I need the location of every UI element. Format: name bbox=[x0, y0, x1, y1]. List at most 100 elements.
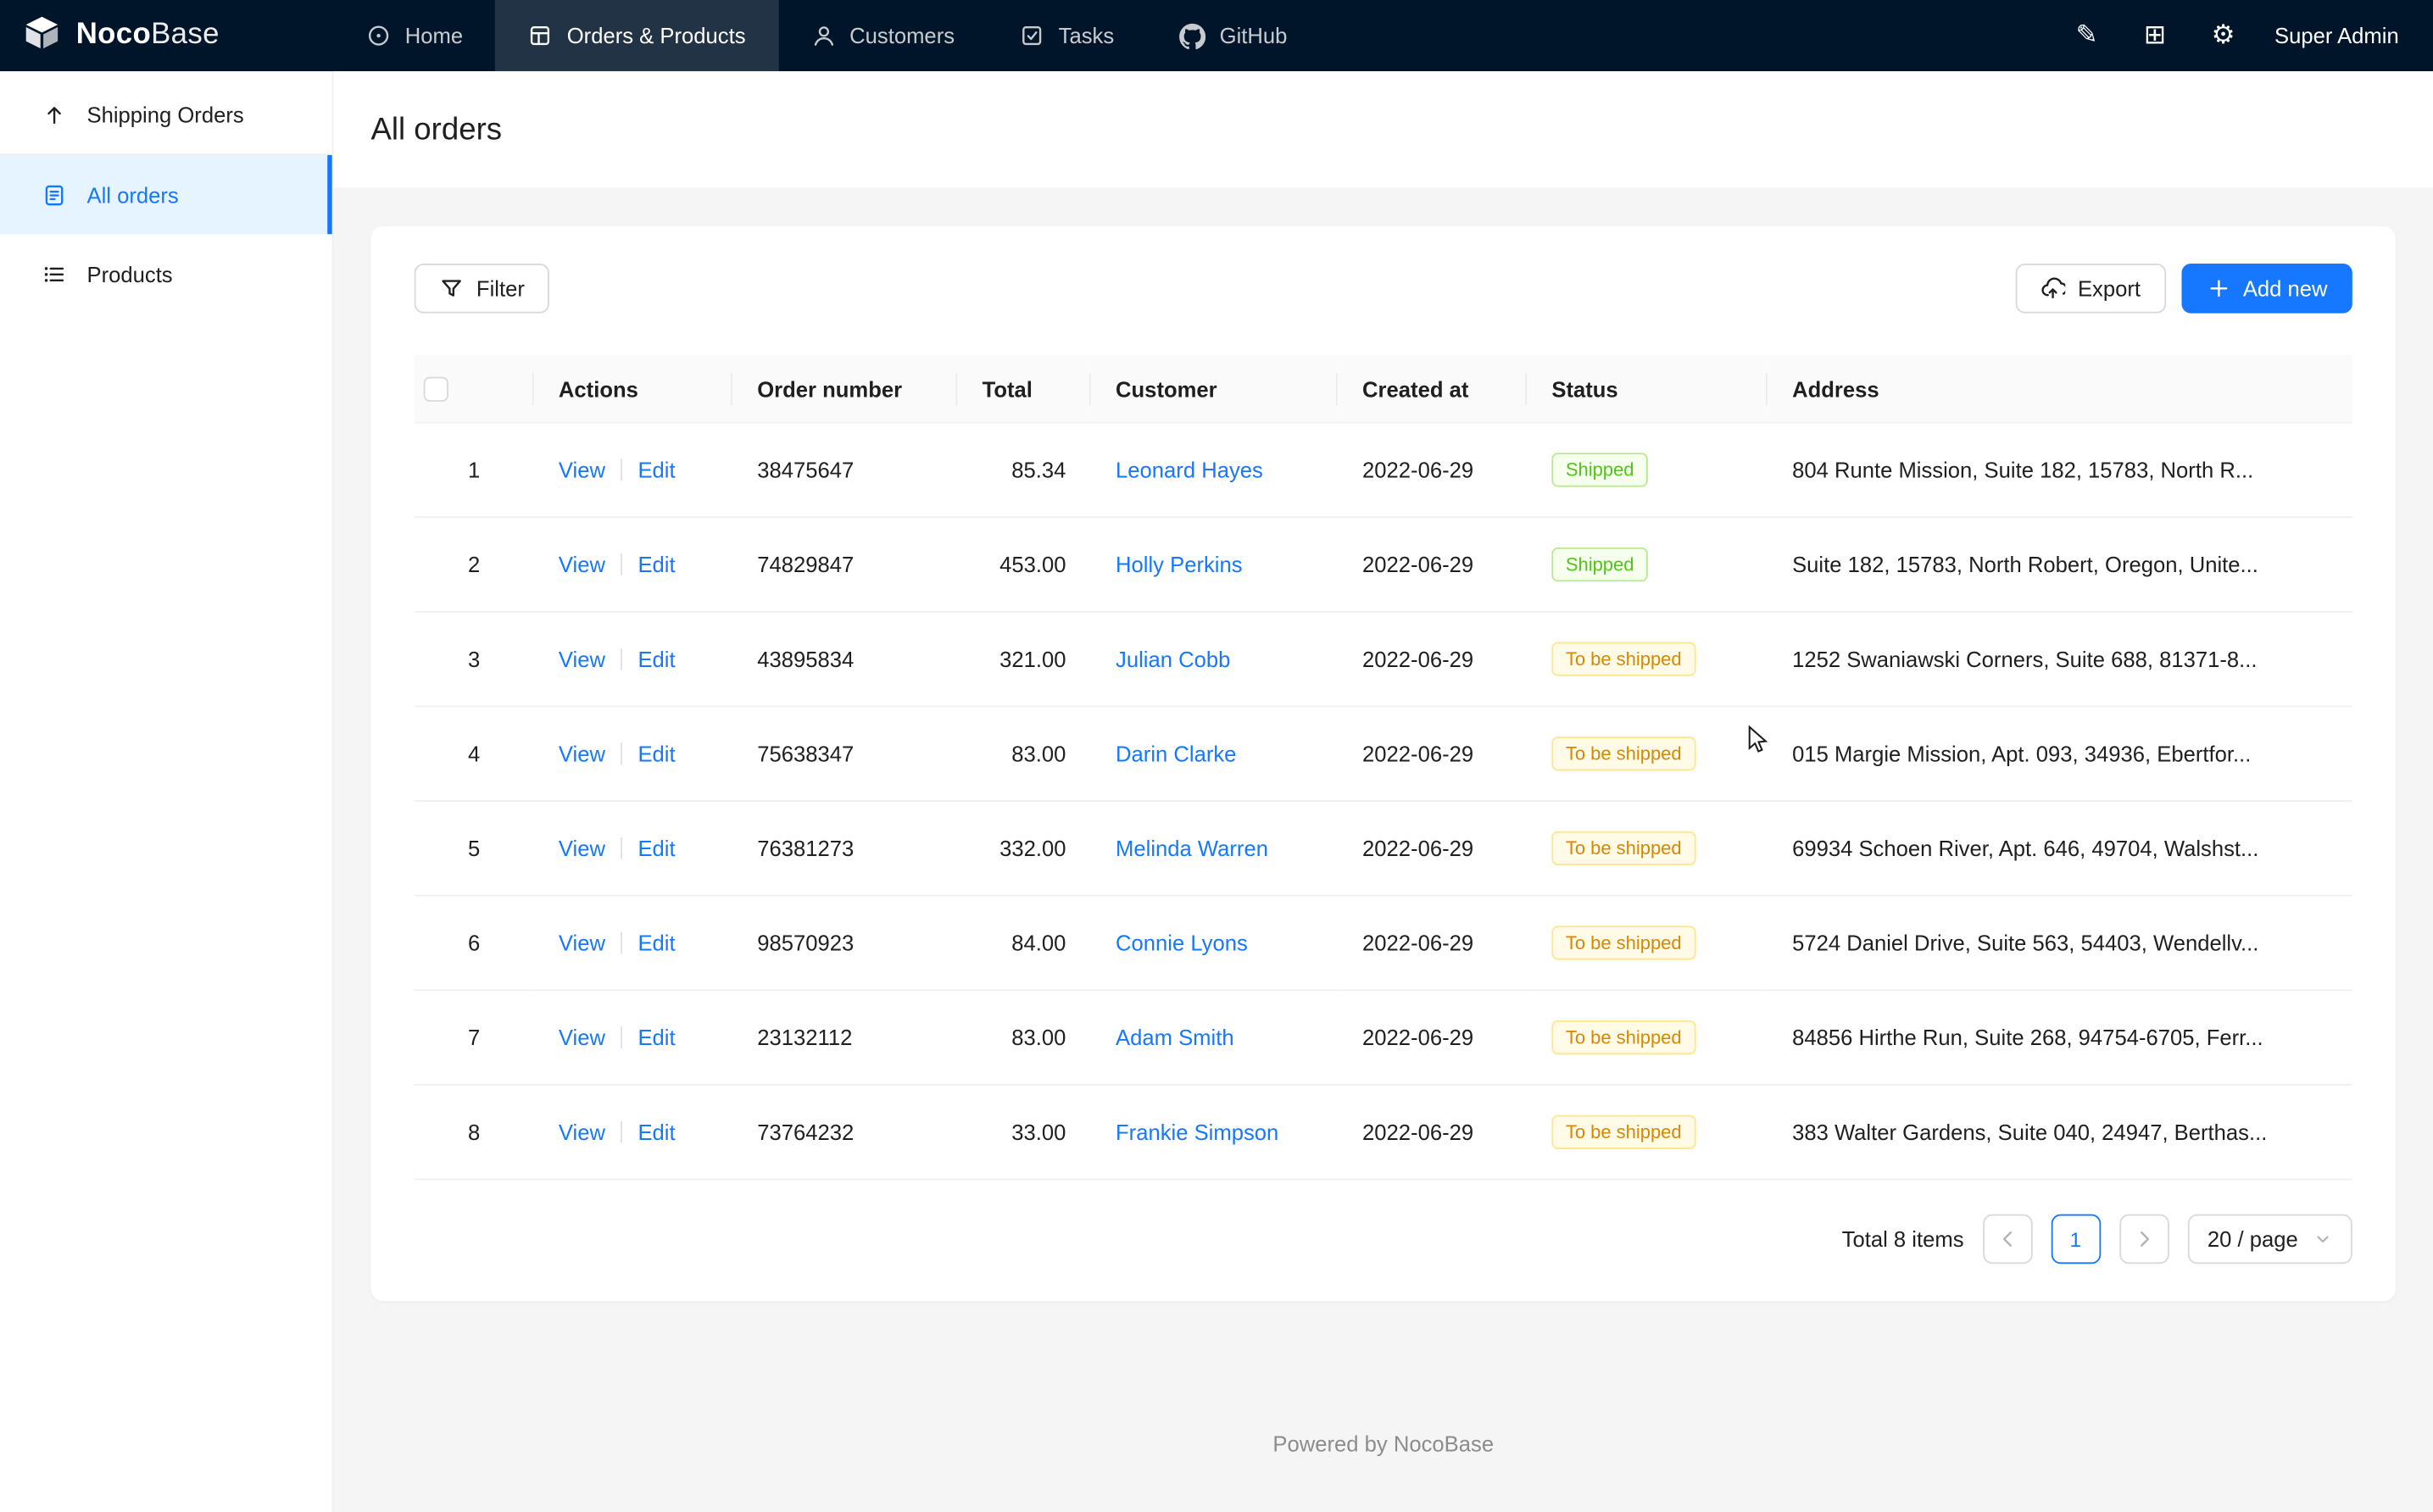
sidebar-item-all-orders[interactable]: All orders bbox=[0, 155, 332, 234]
page-header: All orders bbox=[334, 71, 2433, 187]
row-index: 1 bbox=[468, 458, 480, 482]
pagination-prev-button[interactable] bbox=[1982, 1215, 2032, 1265]
status-badge: Shipped bbox=[1551, 453, 1648, 487]
view-link[interactable]: View bbox=[559, 1026, 605, 1050]
action-divider bbox=[621, 1121, 622, 1143]
nav-item-label: Tasks bbox=[1059, 23, 1115, 47]
orders-table-body: 1 ViewEdit 38475647 85.34 Leonard Hayes … bbox=[415, 423, 2352, 1180]
address-cell: 383 Walter Gardens, Suite 040, 24947, Be… bbox=[1768, 1085, 2352, 1180]
total-cell: 85.34 bbox=[957, 423, 1090, 518]
created-at-cell: 2022-06-29 bbox=[1338, 1085, 1527, 1180]
edit-link[interactable]: Edit bbox=[637, 458, 675, 482]
order-number-cell: 74829847 bbox=[732, 518, 957, 613]
edit-link[interactable]: Edit bbox=[637, 931, 675, 955]
nocobase-logo-icon bbox=[22, 12, 63, 60]
brand[interactable]: NocoBase bbox=[0, 0, 334, 71]
edit-link[interactable]: Edit bbox=[637, 1120, 675, 1145]
address-cell: 804 Runte Mission, Suite 182, 15783, Nor… bbox=[1768, 423, 2352, 518]
select-all-checkbox[interactable] bbox=[424, 377, 448, 402]
customer-link[interactable]: Adam Smith bbox=[1116, 1026, 1234, 1050]
nav-item-orders-products[interactable]: Orders & Products bbox=[496, 0, 778, 71]
column-header-total: Total bbox=[957, 355, 1090, 423]
sidebar: Shipping Orders All orders Products bbox=[0, 71, 334, 1512]
list-icon bbox=[41, 261, 69, 286]
customer-link[interactable]: Darin Clarke bbox=[1116, 742, 1236, 766]
row-index: 4 bbox=[468, 742, 480, 766]
nav-item-customers[interactable]: Customers bbox=[778, 0, 988, 71]
address-cell: Suite 182, 15783, North Robert, Oregon, … bbox=[1768, 518, 2352, 613]
customer-link[interactable]: Leonard Hayes bbox=[1116, 458, 1263, 482]
edit-link[interactable]: Edit bbox=[637, 553, 675, 577]
sidebar-item-label: All orders bbox=[87, 182, 179, 207]
sidebar-item-shipping-orders[interactable]: Shipping Orders bbox=[0, 75, 332, 153]
order-number-cell: 43895834 bbox=[732, 612, 957, 707]
status-badge: To be shipped bbox=[1551, 642, 1695, 676]
row-index: 5 bbox=[468, 837, 480, 861]
chevron-down-icon bbox=[2313, 1231, 2332, 1249]
blocks-icon: ⊞ bbox=[2144, 23, 2166, 49]
filter-button[interactable]: Filter bbox=[415, 264, 549, 314]
address-cell: 1252 Swaniawski Corners, Suite 688, 8137… bbox=[1768, 612, 2352, 707]
table-row: 5 ViewEdit 76381273 332.00 Melinda Warre… bbox=[415, 802, 2352, 897]
order-number-cell: 73764232 bbox=[732, 1085, 957, 1180]
created-at-cell: 2022-06-29 bbox=[1338, 896, 1527, 991]
customer-link[interactable]: Holly Perkins bbox=[1116, 553, 1243, 577]
table-row: 8 ViewEdit 73764232 33.00 Frankie Simpso… bbox=[415, 1085, 2352, 1180]
view-link[interactable]: View bbox=[559, 931, 605, 955]
pagination-page-button[interactable]: 1 bbox=[2051, 1215, 2101, 1265]
customer-link[interactable]: Frankie Simpson bbox=[1116, 1120, 1278, 1145]
column-header-created-at: Created at bbox=[1338, 355, 1527, 423]
pagination-total: Total 8 items bbox=[1842, 1227, 1964, 1252]
view-link[interactable]: View bbox=[559, 1120, 605, 1145]
customer-link[interactable]: Melinda Warren bbox=[1116, 837, 1268, 861]
add-new-button[interactable]: Add new bbox=[2181, 264, 2352, 314]
export-button[interactable]: Export bbox=[2016, 264, 2166, 314]
github-icon bbox=[1179, 23, 1205, 49]
created-at-cell: 2022-06-29 bbox=[1338, 518, 1527, 613]
customer-link[interactable]: Julian Cobb bbox=[1116, 648, 1230, 672]
created-at-cell: 2022-06-29 bbox=[1338, 612, 1527, 707]
orders-card: Filter Export Add new bbox=[370, 226, 2396, 1302]
nav-item-github[interactable]: GitHub bbox=[1147, 0, 1320, 71]
highlighter-button[interactable]: ✎ bbox=[2063, 13, 2110, 59]
action-divider bbox=[621, 648, 622, 670]
view-link[interactable]: View bbox=[559, 648, 605, 672]
layout: Shipping Orders All orders Products All or… bbox=[0, 71, 2433, 1512]
topnav-items: HomeOrders & Products Customers Tasks GitHu… bbox=[334, 0, 1320, 71]
address-cell: 5724 Daniel Drive, Suite 563, 54403, Wen… bbox=[1768, 896, 2352, 991]
column-header-order-number: Order number bbox=[732, 355, 957, 423]
page-size-select[interactable]: 20 / page bbox=[2187, 1215, 2352, 1265]
row-index: 3 bbox=[468, 648, 480, 672]
order-number-cell: 38475647 bbox=[732, 423, 957, 518]
edit-link[interactable]: Edit bbox=[637, 742, 675, 766]
edit-link[interactable]: Edit bbox=[637, 837, 675, 861]
sidebar-item-products[interactable]: Products bbox=[0, 234, 332, 313]
view-link[interactable]: View bbox=[559, 458, 605, 482]
gear-button[interactable]: ⚙ bbox=[2200, 13, 2246, 59]
sidebar-item-label: Shipping Orders bbox=[87, 102, 244, 126]
view-link[interactable]: View bbox=[559, 742, 605, 766]
action-divider bbox=[621, 838, 622, 860]
column-header-status: Status bbox=[1527, 355, 1768, 423]
status-badge: To be shipped bbox=[1551, 926, 1695, 960]
status-badge: To be shipped bbox=[1551, 1115, 1695, 1149]
export-button-label: Export bbox=[2078, 276, 2141, 301]
view-link[interactable]: View bbox=[559, 837, 605, 861]
edit-link[interactable]: Edit bbox=[637, 648, 675, 672]
highlighter-icon: ✎ bbox=[2075, 23, 2097, 49]
column-header-address: Address bbox=[1768, 355, 2352, 423]
gear-icon: ⚙ bbox=[2212, 23, 2235, 49]
pagination-next-button[interactable] bbox=[2119, 1215, 2169, 1265]
nav-item-tasks[interactable]: Tasks bbox=[987, 0, 1146, 71]
edit-link[interactable]: Edit bbox=[637, 1026, 675, 1050]
main-content: All orders Filter Export bbox=[334, 71, 2433, 1512]
user-menu[interactable]: Super Admin bbox=[2274, 23, 2399, 47]
nav-item-label: Customers bbox=[849, 23, 955, 47]
sidebar-item-label: Products bbox=[87, 261, 173, 286]
blocks-button[interactable]: ⊞ bbox=[2132, 13, 2179, 59]
view-link[interactable]: View bbox=[559, 553, 605, 577]
arrow-up-icon bbox=[41, 102, 69, 126]
nav-item-home[interactable]: Home bbox=[334, 0, 496, 71]
customer-link[interactable]: Connie Lyons bbox=[1116, 931, 1248, 955]
action-divider bbox=[621, 743, 622, 765]
